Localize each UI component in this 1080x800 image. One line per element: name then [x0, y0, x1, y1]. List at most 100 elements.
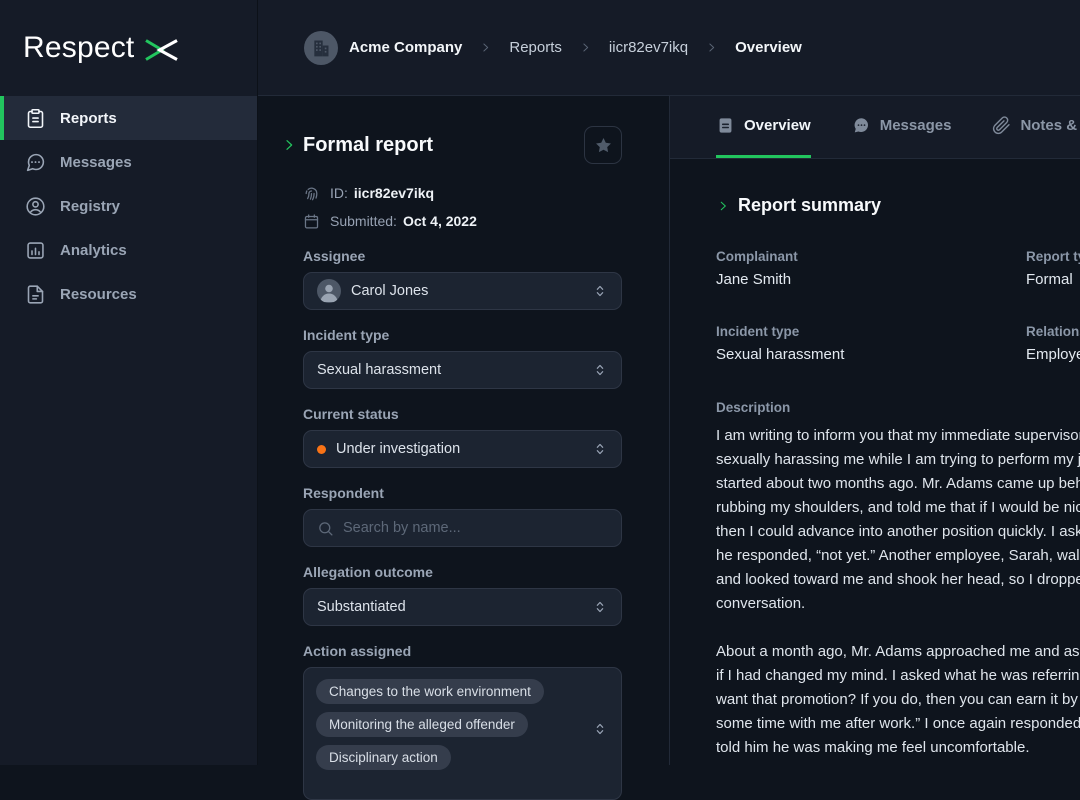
description-line: want that promotion? If you do, then you…	[716, 688, 1080, 712]
tab-label: Notes & Statements	[1020, 117, 1080, 134]
description-line: sexually harassing me while I am trying …	[716, 448, 1080, 472]
description-line: then I could advance into another positi…	[716, 520, 1080, 544]
sidebar-nav: Reports Messages Registry Analytics Reso…	[0, 96, 257, 316]
logo: Respect	[0, 0, 257, 96]
description-text: I am writing to inform you that my immed…	[716, 424, 1080, 760]
incident-type-summary-value: Sexual harassment	[716, 346, 1026, 363]
chat-bubble-icon	[852, 116, 871, 135]
description-label: Description	[716, 400, 1080, 415]
sidebar-item-messages[interactable]: Messages	[0, 140, 257, 184]
report-type-value: Formal	[1026, 271, 1080, 288]
current-status-value: Under investigation	[336, 441, 460, 457]
allegation-outcome-select[interactable]: Substantiated	[303, 588, 622, 626]
search-icon	[317, 520, 334, 537]
assignee-select[interactable]: Carol Jones	[303, 272, 622, 310]
sidebar-item-reports[interactable]: Reports	[0, 96, 257, 140]
summary-cell: Complainant Jane Smith	[716, 249, 1026, 288]
report-title: Formal report	[303, 134, 433, 157]
current-status-select[interactable]: Under investigation	[303, 430, 622, 468]
user-circle-icon	[25, 196, 46, 217]
chevron-right-icon	[479, 41, 492, 54]
chevron-up-down-icon	[592, 441, 608, 457]
file-text-icon	[25, 284, 46, 305]
incident-type-select[interactable]: Sexual harassment	[303, 351, 622, 389]
breadcrumb: Acme Company Reports iicr82ev7ikq Overvi…	[304, 31, 802, 65]
favorite-button[interactable]	[584, 126, 622, 164]
sidebar-item-label: Messages	[60, 154, 132, 171]
breadcrumb-company[interactable]: Acme Company	[349, 39, 462, 56]
respondent-search-input[interactable]	[343, 520, 608, 536]
sidebar: Respect Reports Messages Registry Analyt…	[0, 0, 258, 765]
breadcrumb-reports[interactable]: Reports	[509, 39, 562, 56]
detail-tabs: Overview Messages Notes & Statements	[670, 96, 1080, 159]
complainant-label: Complainant	[716, 249, 1026, 264]
section-title: Report summary	[738, 195, 881, 216]
chevron-right-icon	[281, 137, 297, 153]
respondent-label: Respondent	[303, 485, 622, 502]
report-meta: ID: iicr82ev7ikq Submitted: Oct 4, 2022	[303, 183, 622, 231]
document-icon	[716, 116, 735, 135]
chevron-up-down-icon	[592, 283, 608, 299]
assignee-value: Carol Jones	[351, 283, 428, 299]
main-area: Acme Company Reports iicr82ev7ikq Overvi…	[258, 0, 1080, 765]
chat-bubble-icon	[25, 152, 46, 173]
submitted-value: Oct 4, 2022	[403, 213, 477, 229]
summary-cell: Incident type Sexual harassment	[716, 324, 1026, 363]
tab-messages[interactable]: Messages	[852, 96, 952, 158]
breadcrumb-current: Overview	[735, 39, 802, 56]
chevron-up-down-icon	[592, 362, 608, 378]
fingerprint-icon	[303, 185, 320, 202]
incident-type-value: Sexual harassment	[317, 362, 441, 378]
description-line: About a month ago, Mr. Adams approached …	[716, 640, 1080, 664]
description-line: I am writing to inform you that my immed…	[716, 424, 1080, 448]
action-tag: Monitoring the alleged offender	[316, 712, 528, 737]
calendar-icon	[303, 213, 320, 230]
summary-cell: Relationship Employee	[1026, 324, 1080, 363]
logo-text: Respect	[23, 31, 134, 65]
tab-label: Messages	[880, 117, 952, 134]
chevron-right-icon	[705, 41, 718, 54]
assignee-avatar	[317, 279, 341, 303]
action-tag: Changes to the work environment	[316, 679, 544, 704]
report-summary-section: Report summary Complainant Jane Smith Re…	[670, 159, 1080, 760]
chevron-right-icon	[579, 41, 592, 54]
sidebar-item-label: Registry	[60, 198, 120, 215]
tab-notes-statements[interactable]: Notes & Statements	[992, 96, 1080, 158]
building-icon	[311, 38, 331, 58]
top-header: Acme Company Reports iicr82ev7ikq Overvi…	[258, 0, 1080, 96]
sidebar-item-analytics[interactable]: Analytics	[0, 228, 257, 272]
description-line: if I had changed my mind. I asked what h…	[716, 664, 1080, 688]
complainant-value: Jane Smith	[716, 271, 1026, 288]
action-tag: Disciplinary action	[316, 745, 451, 770]
sidebar-item-label: Analytics	[60, 242, 127, 259]
tab-label: Overview	[744, 117, 811, 134]
brand-x-icon	[143, 37, 180, 63]
submitted-label: Submitted:	[330, 213, 397, 229]
description-line: rubbing my shoulders, and told me that i…	[716, 496, 1080, 520]
bar-chart-icon	[25, 240, 46, 261]
relationship-label: Relationship	[1026, 324, 1080, 339]
description-line: told him he was making me feel uncomfort…	[716, 736, 1080, 760]
summary-grid: Complainant Jane Smith Report type Forma…	[716, 249, 1080, 363]
id-label: ID:	[330, 185, 348, 201]
id-value: iicr82ev7ikq	[354, 185, 434, 201]
paperclip-icon	[992, 116, 1011, 135]
allegation-outcome-label: Allegation outcome	[303, 564, 622, 581]
breadcrumb-report-id[interactable]: iicr82ev7ikq	[609, 39, 688, 56]
clipboard-icon	[25, 108, 46, 129]
respondent-search[interactable]	[303, 509, 622, 547]
tab-overview[interactable]: Overview	[716, 96, 811, 158]
action-assigned-multiselect[interactable]: Changes to the work environment Monitori…	[303, 667, 622, 800]
sidebar-item-registry[interactable]: Registry	[0, 184, 257, 228]
report-type-label: Report type	[1026, 249, 1080, 264]
incident-type-summary-label: Incident type	[716, 324, 1026, 339]
description-line: and looked toward me and shook her head,…	[716, 568, 1080, 592]
description-line: started about two months ago. Mr. Adams …	[716, 472, 1080, 496]
assignee-label: Assignee	[303, 248, 622, 265]
incident-type-label: Incident type	[303, 327, 622, 344]
relationship-value: Employee	[1026, 346, 1080, 363]
description-line: he responded, “not yet.” Another employe…	[716, 544, 1080, 568]
sidebar-item-resources[interactable]: Resources	[0, 272, 257, 316]
company-avatar	[304, 31, 338, 65]
star-icon	[594, 136, 613, 155]
